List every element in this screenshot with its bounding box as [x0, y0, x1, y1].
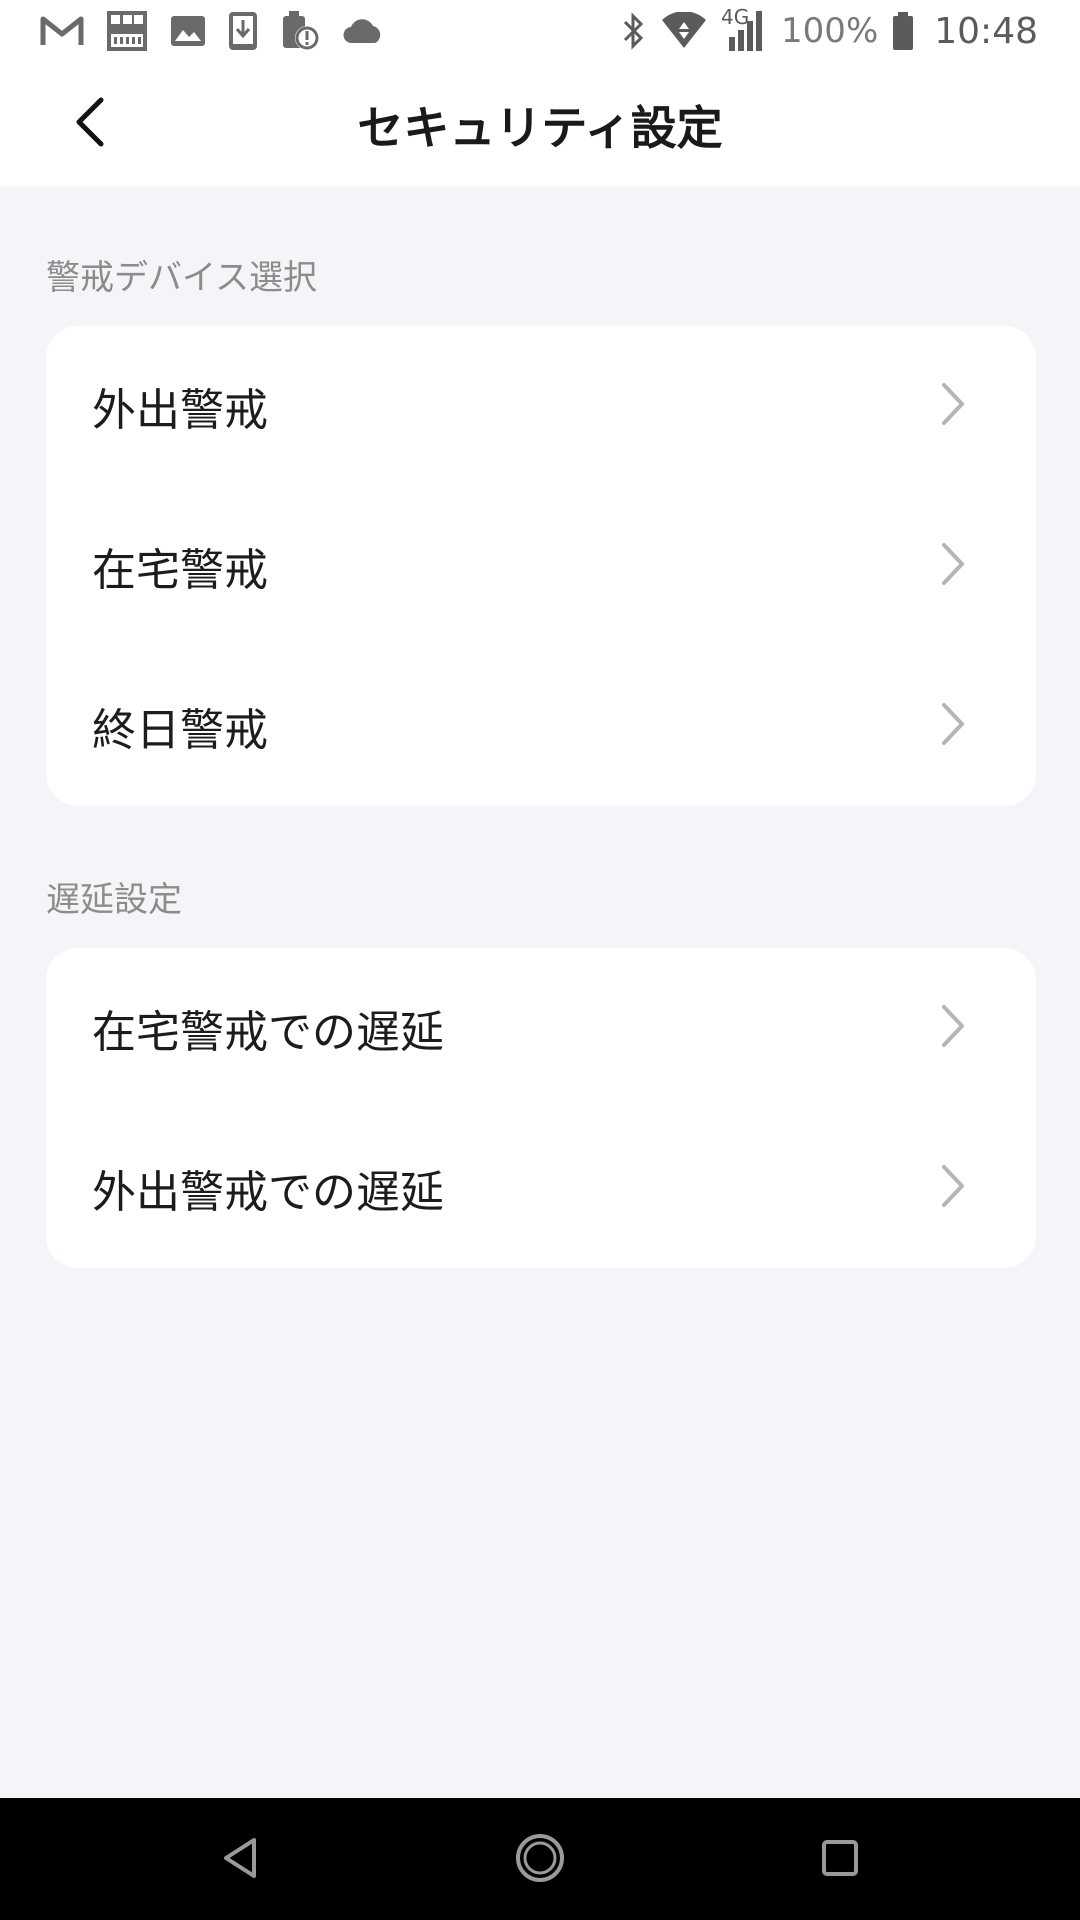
gmail-icon — [40, 15, 84, 47]
status-bar: 4G 100% 10:48 — [0, 0, 1080, 62]
wifi-icon — [661, 12, 707, 50]
app-header: セキュリティ設定 — [0, 62, 1080, 186]
list-item-label: 外出警戒での遅延 — [92, 1167, 444, 1218]
back-triangle-icon — [220, 1836, 260, 1884]
chevron-right-icon — [940, 701, 966, 751]
list-item-away-alert[interactable]: 外出警戒 — [46, 326, 1036, 486]
recents-square-icon — [821, 1839, 859, 1881]
system-navigation-bar — [0, 1798, 1080, 1920]
chevron-right-icon — [940, 1003, 966, 1053]
page-title: セキュリティ設定 — [357, 101, 723, 155]
alert-device-card: 外出警戒 在宅警戒 終日警戒 — [46, 326, 1036, 806]
home-circle-icon — [515, 1833, 565, 1887]
list-item-label: 在宅警戒 — [92, 545, 268, 596]
chevron-right-icon — [940, 1163, 966, 1213]
image-icon — [170, 15, 206, 47]
section-label-delay-settings: 遅延設定 — [46, 880, 182, 920]
bluetooth-icon — [621, 12, 647, 50]
list-item-home-alert-delay[interactable]: 在宅警戒での遅延 — [46, 948, 1036, 1108]
section-label-alert-device: 警戒デバイス選択 — [46, 258, 317, 298]
list-item-home-alert[interactable]: 在宅警戒 — [46, 486, 1036, 646]
system-status: 4G 100% 10:48 — [621, 5, 1038, 54]
nav-back-button[interactable] — [200, 1820, 280, 1900]
download-icon — [228, 11, 258, 51]
list-item-label: 在宅警戒での遅延 — [92, 1007, 444, 1058]
delay-settings-card: 在宅警戒での遅延 外出警戒での遅延 — [46, 948, 1036, 1268]
qr-code-icon — [106, 10, 148, 52]
chevron-right-icon — [940, 541, 966, 591]
signal-4g-icon: 4G — [721, 5, 767, 53]
cloud-icon — [342, 17, 384, 45]
list-item-all-day-alert[interactable]: 終日警戒 — [46, 646, 1036, 806]
list-item-label: 終日警戒 — [92, 705, 268, 756]
clock: 10:48 — [934, 10, 1038, 52]
notification-icons — [40, 8, 384, 54]
list-item-away-alert-delay[interactable]: 外出警戒での遅延 — [46, 1108, 1036, 1268]
nav-home-button[interactable] — [500, 1820, 580, 1900]
nav-recents-button[interactable] — [800, 1820, 880, 1900]
chevron-right-icon — [940, 381, 966, 431]
storage-warning-icon — [280, 10, 320, 52]
battery-percent: 100% — [781, 11, 879, 51]
battery-icon — [892, 11, 914, 51]
list-item-label: 外出警戒 — [92, 385, 268, 436]
